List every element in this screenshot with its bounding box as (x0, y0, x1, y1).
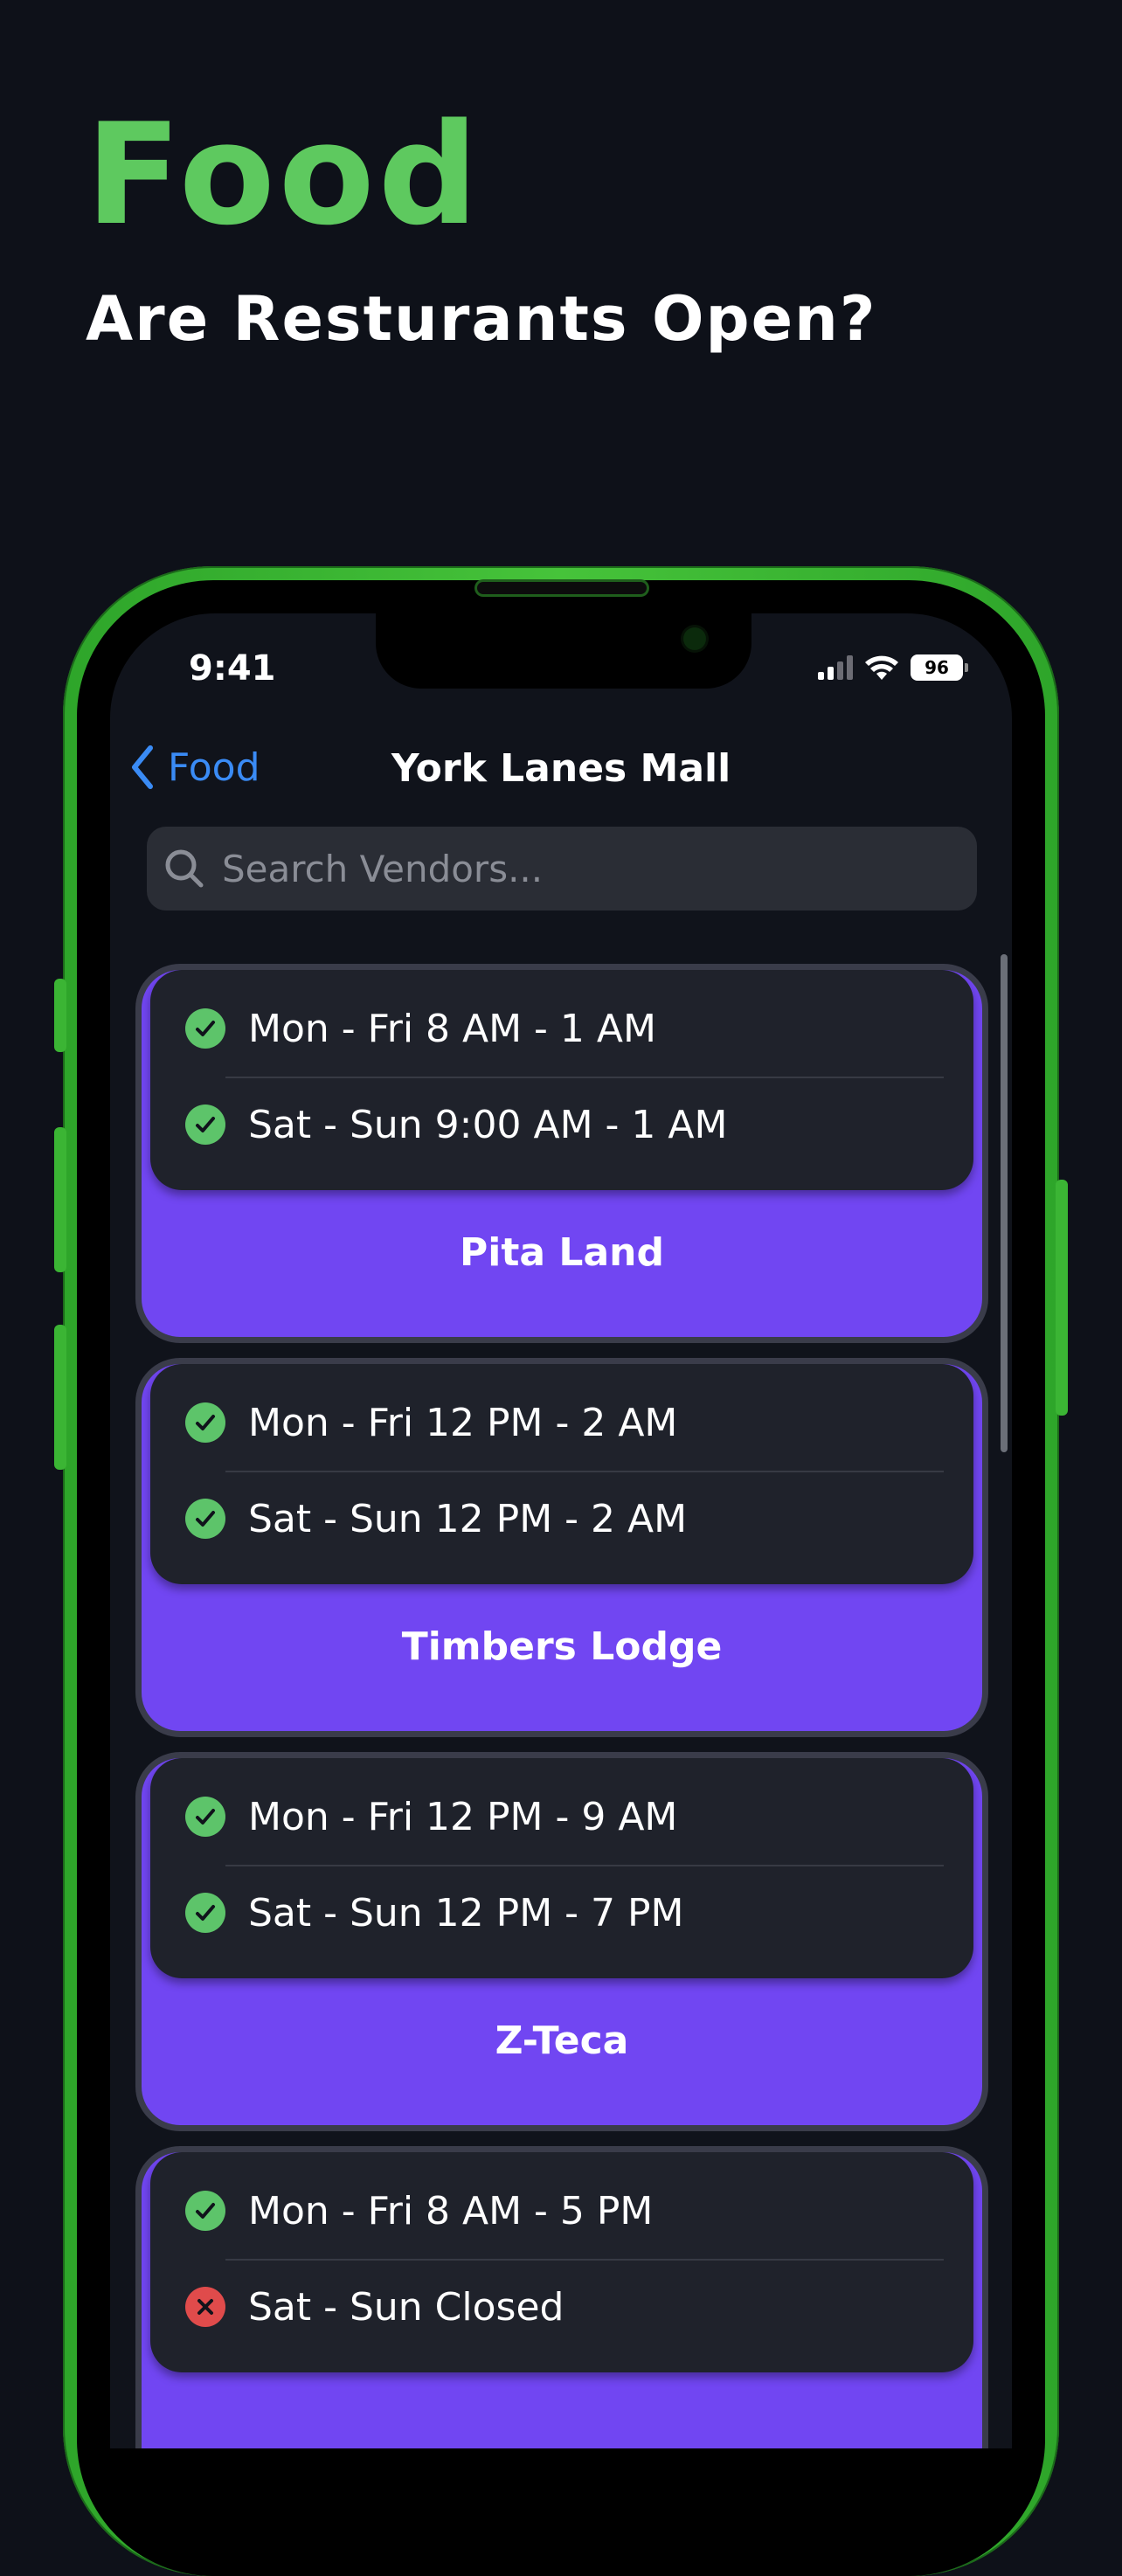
battery-level: 96 (925, 657, 949, 678)
vendor-card[interactable]: Mon - Fri 8 AM - 1 AM Sat - Sun 9:00 AM … (142, 970, 982, 1337)
search-bar[interactable] (147, 827, 977, 911)
vendor-card[interactable]: Mon - Fri 12 PM - 9 AM Sat - Sun 12 PM -… (142, 1758, 982, 2125)
speaker-grille (477, 582, 647, 594)
hours-text: Mon - Fri 12 PM - 2 AM (248, 1400, 678, 1445)
checkmark-circle-icon (185, 1402, 225, 1443)
hours-panel: Mon - Fri 12 PM - 2 AM Sat - Sun 12 PM -… (150, 1364, 973, 1584)
hours-row: Sat - Sun 9:00 AM - 1 AM (185, 1077, 937, 1173)
hours-row: Sat - Sun 12 PM - 2 AM (185, 1471, 937, 1567)
vendor-card[interactable]: Mon - Fri 8 AM - 5 PM Sat - Sun Closed (142, 2152, 982, 2448)
hours-panel: Mon - Fri 12 PM - 9 AM Sat - Sun 12 PM -… (150, 1758, 973, 1978)
status-indicators: 96 (818, 654, 968, 682)
vendor-name: Z-Teca (495, 2019, 629, 2063)
camera-icon (683, 627, 706, 650)
side-button-volume-down (54, 1325, 66, 1470)
cellular-signal-icon (818, 655, 853, 680)
hours-text: Mon - Fri 12 PM - 9 AM (248, 1794, 678, 1839)
checkmark-circle-icon (185, 1499, 225, 1539)
battery-icon: 96 (911, 654, 968, 681)
hours-text: Sat - Sun 9:00 AM - 1 AM (248, 1102, 728, 1147)
hours-row: Sat - Sun 12 PM - 7 PM (185, 1865, 937, 1961)
checkmark-circle-icon (185, 1893, 225, 1933)
wifi-icon (865, 655, 898, 680)
hours-panel: Mon - Fri 8 AM - 5 PM Sat - Sun Closed (150, 2152, 973, 2372)
side-button-mute (54, 979, 66, 1052)
vendor-list: Mon - Fri 8 AM - 1 AM Sat - Sun 9:00 AM … (142, 970, 982, 2448)
page-title: York Lanes Mall (391, 746, 731, 791)
phone-screen: 9:41 96 Food York Lanes Mall Search Vend… (110, 613, 1012, 2448)
side-button-volume-up (54, 1127, 66, 1272)
hours-row: Mon - Fri 8 AM - 1 AM (185, 980, 937, 1077)
hours-text: Sat - Sun Closed (248, 2284, 564, 2330)
vendor-card[interactable]: Mon - Fri 12 PM - 2 AM Sat - Sun 12 PM -… (142, 1364, 982, 1731)
hours-row: Mon - Fri 12 PM - 9 AM (185, 1769, 937, 1865)
hours-text: Mon - Fri 8 AM - 5 PM (248, 2188, 654, 2233)
checkmark-circle-icon (185, 2191, 225, 2231)
checkmark-circle-icon (185, 1797, 225, 1837)
checkmark-circle-icon (185, 1008, 225, 1049)
hero-title: Food (86, 93, 482, 256)
vendor-name: Pita Land (460, 1230, 664, 1275)
search-input[interactable] (220, 846, 940, 891)
hours-row: Sat - Sun Closed (185, 2259, 937, 2355)
hours-text: Mon - Fri 8 AM - 1 AM (248, 1006, 656, 1051)
scrollbar[interactable] (1001, 954, 1008, 1452)
status-time: 9:41 (189, 648, 276, 689)
hours-text: Sat - Sun 12 PM - 2 AM (248, 1496, 688, 1541)
vendor-name: Timbers Lodge (401, 1624, 723, 1669)
x-circle-icon (185, 2287, 225, 2327)
hours-text: Sat - Sun 12 PM - 7 PM (248, 1890, 684, 1935)
hours-panel: Mon - Fri 8 AM - 1 AM Sat - Sun 9:00 AM … (150, 970, 973, 1190)
hours-row: Mon - Fri 8 AM - 5 PM (185, 2163, 937, 2259)
checkmark-circle-icon (185, 1104, 225, 1145)
notch (376, 613, 751, 689)
hours-row: Mon - Fri 12 PM - 2 AM (185, 1375, 937, 1471)
side-button-power (1056, 1180, 1068, 1416)
magnifier-icon (165, 849, 204, 888)
hero-subtitle: Are Resturants Open? (86, 283, 877, 355)
